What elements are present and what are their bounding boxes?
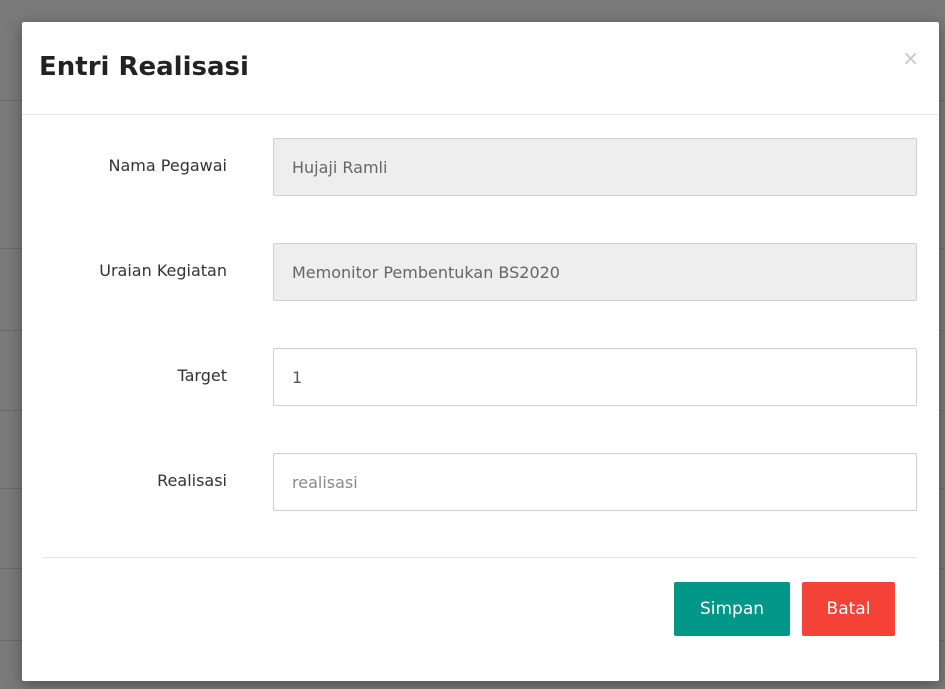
nama-pegawai-label: Nama Pegawai	[108, 156, 227, 175]
form-row-uraian-kegiatan: Uraian Kegiatan	[22, 243, 939, 303]
save-button[interactable]: Simpan	[674, 582, 790, 636]
modal-title: Entri Realisasi	[39, 52, 249, 82]
cancel-button[interactable]: Batal	[802, 582, 895, 636]
entri-realisasi-modal: Entri Realisasi × Nama Pegawai Uraian Ke…	[22, 22, 939, 681]
target-field[interactable]	[273, 348, 917, 406]
modal-backdrop[interactable]: Entri Realisasi × Nama Pegawai Uraian Ke…	[0, 0, 945, 689]
uraian-kegiatan-label: Uraian Kegiatan	[99, 261, 227, 280]
uraian-kegiatan-field[interactable]	[273, 243, 917, 301]
footer-divider	[42, 557, 917, 558]
form-row-nama-pegawai: Nama Pegawai	[22, 138, 939, 198]
realisasi-field[interactable]	[273, 453, 917, 511]
modal-header: Entri Realisasi ×	[22, 22, 939, 115]
realisasi-label: Realisasi	[157, 471, 227, 490]
form-row-realisasi: Realisasi	[22, 453, 939, 513]
form-row-target: Target	[22, 348, 939, 408]
nama-pegawai-field[interactable]	[273, 138, 917, 196]
target-label: Target	[177, 366, 228, 385]
close-icon[interactable]: ×	[902, 48, 919, 68]
